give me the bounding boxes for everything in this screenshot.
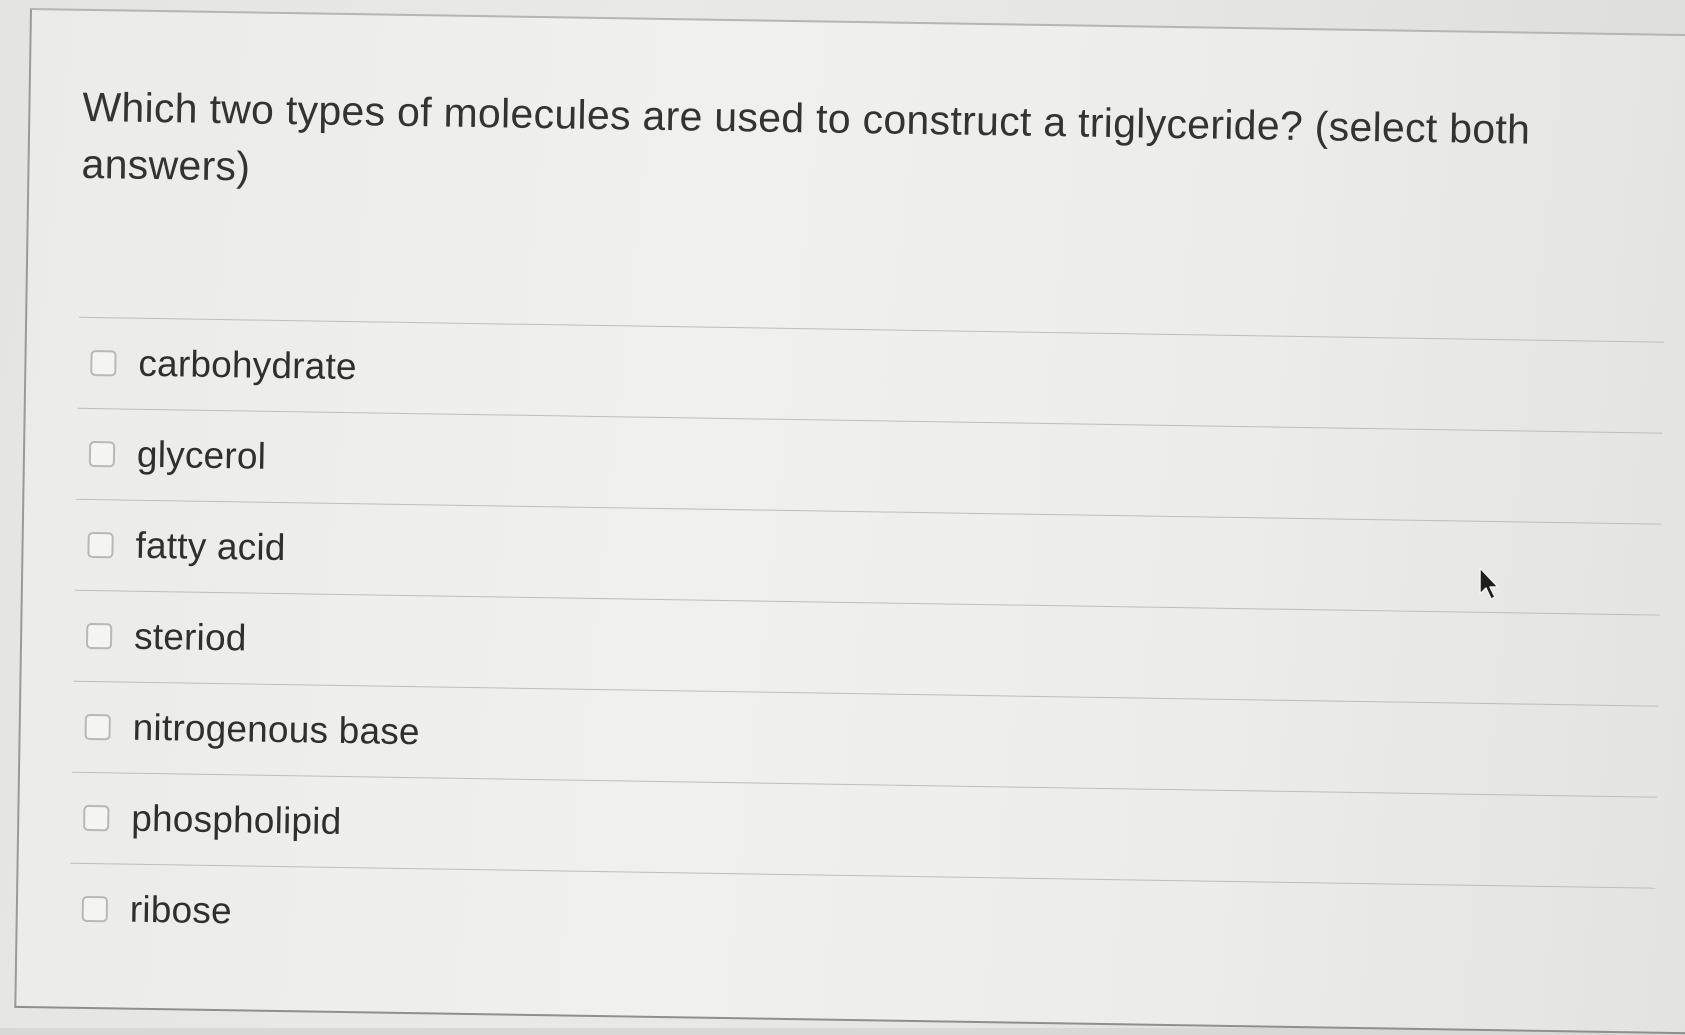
option-label: glycerol: [136, 433, 267, 477]
option-label: nitrogenous base: [132, 706, 421, 753]
option-label: carbohydrate: [138, 342, 358, 388]
checkbox-icon[interactable]: [85, 622, 113, 650]
mouse-cursor-icon: [1479, 567, 1499, 600]
question-card: Which two types of molecules are used to…: [14, 8, 1685, 1035]
question-text: Which two types of molecules are used to…: [81, 83, 1531, 190]
option-label: ribose: [129, 888, 233, 932]
option-label: fatty acid: [135, 524, 286, 569]
option-label: phospholipid: [130, 797, 342, 842]
option-label: steriod: [133, 615, 247, 659]
answer-options-list: carbohydrate glycerol fatty acid steriod…: [69, 316, 1664, 979]
checkbox-icon[interactable]: [84, 713, 111, 741]
checkbox-icon[interactable]: [90, 349, 117, 377]
checkbox-icon[interactable]: [81, 895, 109, 923]
checkbox-icon[interactable]: [83, 804, 110, 832]
checkbox-icon[interactable]: [88, 440, 116, 468]
checkbox-icon[interactable]: [87, 531, 114, 559]
